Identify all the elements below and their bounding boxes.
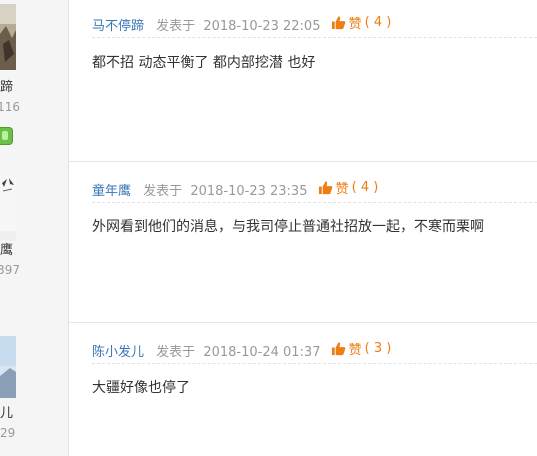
user-sidebar-name[interactable]: 儿 [0,402,20,421]
user-sidebar: 鹰 397 [0,161,69,322]
like-count: ( 4 ) [351,180,379,195]
level-badge-icon [0,127,13,145]
user-sidebar: 儿 29 [0,322,69,456]
like-label: 赞 [348,17,362,32]
like-label: 赞 [335,182,349,197]
posted-label: 发表于 [143,184,183,199]
comment-item: 儿 29 陈小发儿 发表于 2018-10-24 01:37 赞 ( 3 ) 大… [0,322,537,456]
thumbs-up-icon [318,181,332,195]
timestamp: 2018-10-23 22:05 [203,19,321,34]
thumbs-up-icon [331,342,345,356]
like-count: ( 3 ) [364,341,392,356]
author-link[interactable]: 童年鹰 [92,184,131,199]
user-sidebar-name[interactable]: 鹰 [0,239,20,258]
thumbs-up-icon [331,16,345,30]
user-sidebar: 蹄 116 [0,0,69,161]
posted-label: 发表于 [156,345,196,360]
header-divider [92,363,537,364]
comment-header: 马不停蹄 发表于 2018-10-23 22:05 赞 ( 4 ) [92,13,537,35]
like-count: ( 4 ) [364,15,392,30]
author-link[interactable]: 陈小发儿 [92,345,144,360]
like-button[interactable]: 赞 ( 4 ) [331,13,392,32]
header-divider [92,202,537,203]
posted-label: 发表于 [156,19,196,34]
comment-content: 外网看到他们的消息，与我司停止普通社招放一起，不寒而栗啊 [92,219,484,235]
user-sidebar-count: 29 [0,426,16,440]
comment-header: 陈小发儿 发表于 2018-10-24 01:37 赞 ( 3 ) [92,339,537,361]
like-label: 赞 [348,343,362,358]
avatar[interactable] [0,336,16,402]
user-sidebar-count: 397 [0,263,20,277]
user-sidebar-name[interactable]: 蹄 [0,76,20,95]
comment-item: 蹄 116 马不停蹄 发表于 2018-10-23 22:05 赞 ( 4 ) … [0,0,537,162]
comment-content: 大疆好像也停了 [92,380,190,396]
comment-header: 童年鹰 发表于 2018-10-23 23:35 赞 ( 4 ) [92,178,537,200]
author-link[interactable]: 马不停蹄 [92,19,144,34]
avatar[interactable] [0,175,16,241]
header-divider [92,37,537,38]
comment-content: 都不招 动态平衡了 都内部挖潜 也好 [92,55,316,71]
like-button[interactable]: 赞 ( 4 ) [318,178,379,197]
like-button[interactable]: 赞 ( 3 ) [331,339,392,358]
timestamp: 2018-10-23 23:35 [190,184,308,199]
avatar[interactable] [0,4,16,70]
user-sidebar-count: 116 [0,100,20,114]
comment-item: 鹰 397 童年鹰 发表于 2018-10-23 23:35 赞 ( 4 ) 外… [0,161,537,323]
timestamp: 2018-10-24 01:37 [203,345,321,360]
